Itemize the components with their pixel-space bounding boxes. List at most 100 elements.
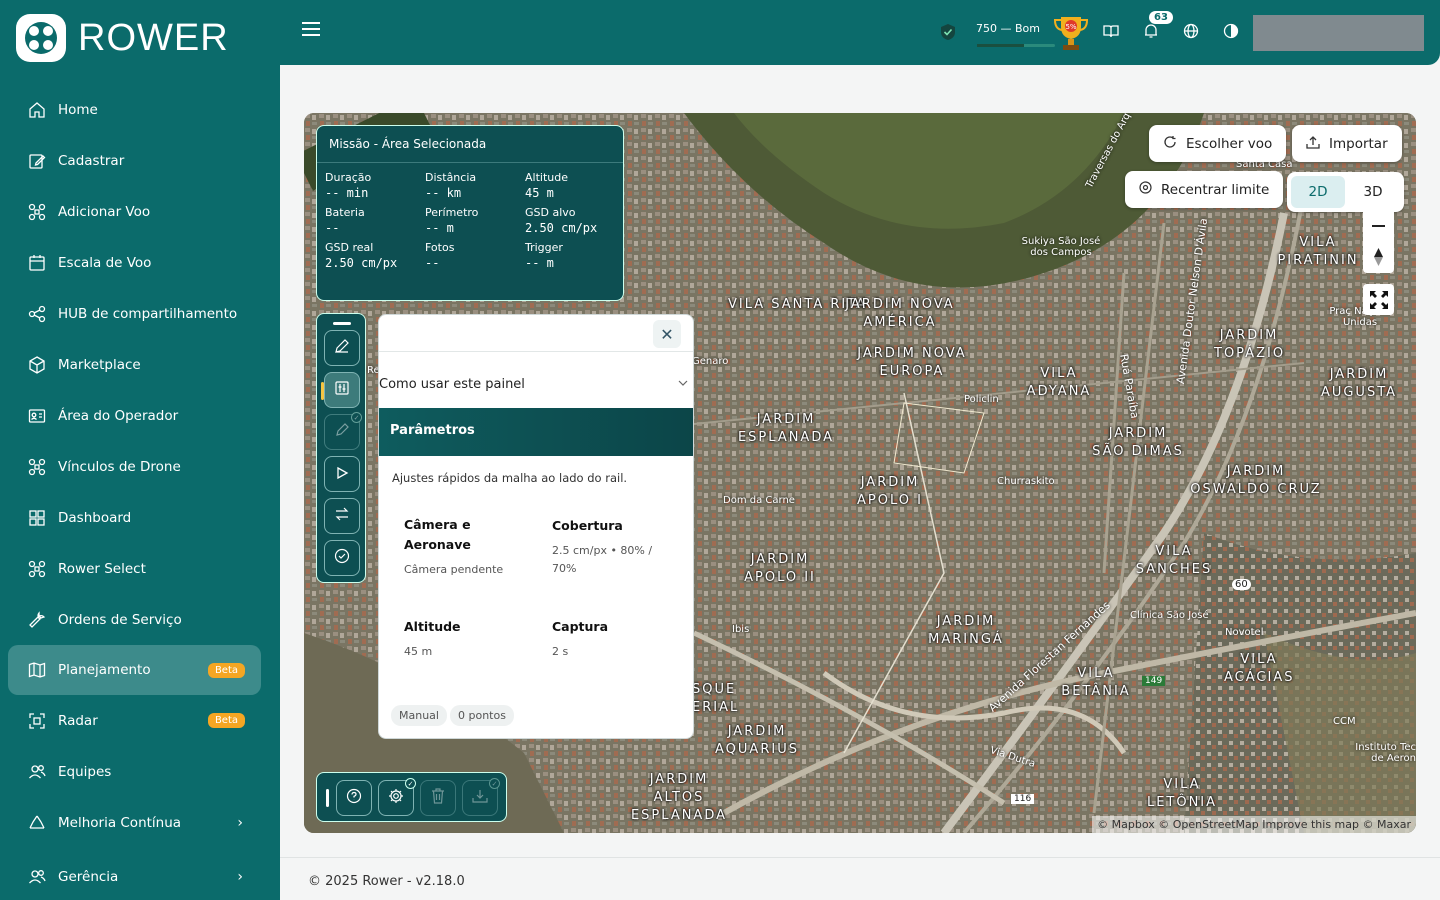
how-to-label: Como usar este painel [379, 377, 525, 392]
wrench-icon [28, 610, 46, 629]
bell-icon[interactable] [1143, 23, 1159, 43]
mode-3d-button[interactable]: 3D [1346, 176, 1400, 208]
sidebar-item-label: Planejamento [58, 662, 151, 678]
swap-direction-button[interactable] [324, 498, 360, 534]
sidebar-item-gerencia[interactable]: Gerência › [8, 851, 261, 900]
trash-icon [431, 788, 445, 808]
field-value: -- km [425, 186, 462, 200]
drag-handle[interactable] [326, 789, 329, 807]
delete-button[interactable] [420, 780, 456, 816]
field-key: Distância [425, 171, 477, 184]
map-poi-policlin[interactable]: Policlin [964, 394, 999, 405]
how-to-accordion[interactable]: Como usar este painel [379, 377, 693, 392]
sidebar-item-label: HUB de compartilhamento [58, 305, 238, 322]
bottom-toolbar: ✓ ✓ [316, 772, 507, 822]
map-label-vila-piratinin: VILA PIRATININ [1277, 235, 1359, 268]
map-poi-novotel[interactable]: Novotel [1225, 627, 1264, 638]
beta-badge: Beta [207, 713, 245, 728]
globe-icon[interactable] [1183, 23, 1199, 43]
field-value: 2.50 cm/px [325, 256, 398, 270]
drone-icon [28, 203, 46, 221]
sidebar-item-cadastrar[interactable]: Cadastrar [8, 135, 261, 186]
compass-icon[interactable] [1372, 247, 1385, 271]
import-button[interactable]: Importar [1292, 125, 1402, 162]
field-value: -- m [425, 221, 454, 235]
help-panel: ✕ Como usar este painel Parâmetros Ajust… [378, 314, 694, 739]
choose-flight-button[interactable]: Escolher voo [1149, 125, 1287, 162]
chevron-right-icon: › [237, 814, 243, 831]
close-icon[interactable]: ✕ [653, 320, 681, 348]
card-desc: 2 s [552, 645, 569, 658]
theme-toggle-icon[interactable] [1223, 23, 1239, 43]
notification-count: 63 [1149, 11, 1173, 24]
sidebar-item-planejamento[interactable]: Planejamento Beta [8, 645, 261, 695]
road-shield-116: 116 [1011, 794, 1035, 804]
settings-button[interactable]: ✓ [378, 778, 416, 816]
sidebar-item-radar[interactable]: Radar Beta [8, 695, 261, 746]
map-poi-instituto[interactable]: Instituto Tec de Aeron [1354, 742, 1416, 764]
map-attribution[interactable]: © Mapbox © OpenStreetMap Improve this ma… [1092, 816, 1416, 833]
validate-button[interactable] [324, 540, 360, 576]
users-icon [28, 868, 46, 886]
map-poi-dom-da-carne[interactable]: Dom da Carne [723, 495, 795, 506]
mission-field: GSD alvo 2.50 cm/px [525, 206, 625, 235]
sidebar-item-ordens-servico[interactable]: Ordens de Serviço [8, 594, 261, 645]
map-poi-churraskito[interactable]: Churraskito [997, 476, 1055, 487]
map-label-jardim-altos-esplanada: JARDIM ALTOS ESPLANADA [630, 772, 728, 823]
help-button[interactable] [336, 780, 372, 816]
zoom-out-icon[interactable] [1372, 225, 1385, 227]
recenter-button[interactable]: Recentrar limite [1125, 171, 1284, 208]
edit-points-button[interactable]: ✓ [324, 412, 362, 450]
field-value: -- m [525, 256, 554, 270]
mode-chip: Manual [391, 705, 447, 726]
user-profile-area[interactable] [1253, 15, 1424, 51]
sidebar-item-adicionar-voo[interactable]: Adicionar Voo [8, 186, 261, 237]
help-circle-icon [346, 788, 362, 808]
pencil-icon [334, 422, 350, 442]
trophy-icon[interactable]: 5% [1051, 13, 1091, 57]
sidebar-item-label: Gerência [58, 868, 119, 885]
mission-field: Bateria -- [325, 206, 425, 235]
book-icon[interactable] [1103, 23, 1119, 43]
map-label-jardim-nova-america: JARDIM NOVA AMÉRICA [845, 297, 955, 330]
map-poi-sukiya[interactable]: Sukiya São José dos Campos [1016, 236, 1106, 258]
score-text: 750 — Bom [976, 22, 1040, 35]
field-key: Duração [325, 171, 372, 184]
fullscreen-icon[interactable] [1363, 284, 1394, 315]
drag-handle[interactable] [333, 322, 351, 325]
sidebar-item-rower-select[interactable]: Rower Select [8, 543, 261, 594]
sidebar-item-melhoria-continua[interactable]: Melhoria Contínua › [8, 797, 261, 848]
sidebar-item-label: Home [58, 101, 98, 118]
field-value: 45 m [525, 186, 554, 200]
sidebar-item-marketplace[interactable]: Marketplace [8, 339, 261, 390]
target-icon [1139, 181, 1152, 198]
map-label-jardim-sao-dimas: JARDIM SÃO DIMAS [1092, 426, 1184, 459]
sidebar-item-home[interactable]: Home [8, 84, 261, 135]
top-header: 750 — Bom 5% 63 [280, 0, 1440, 65]
sidebar-item-escala-de-voo[interactable]: Escala de Voo [8, 237, 261, 288]
import-label: Importar [1329, 135, 1388, 152]
sidebar-item-hub[interactable]: HUB de compartilhamento [8, 288, 261, 339]
sidebar-item-area-operador[interactable]: Área do Operador [8, 390, 261, 441]
draw-area-button[interactable] [324, 330, 360, 366]
sidebar-item-label: Escala de Voo [58, 254, 152, 271]
simulate-button[interactable] [324, 456, 360, 492]
map-poi-ibis[interactable]: Ibis [732, 624, 749, 635]
footer-copyright: © 2025 Rower - v2.18.0 [308, 874, 465, 889]
sidebar-item-label: Cadastrar [58, 152, 125, 169]
logo[interactable]: ROWER [16, 14, 229, 62]
zoom-controls [1363, 209, 1394, 273]
map-poi-clinica-sao-jose[interactable]: Clínica São José [1130, 610, 1209, 621]
sidebar-item-equipes[interactable]: Equipes [8, 746, 261, 797]
sidebar-item-dashboard[interactable]: Dashboard [8, 492, 261, 543]
card-desc: 45 m [404, 645, 433, 658]
download-button[interactable]: ✓ [462, 778, 500, 816]
sidebar-item-label: Melhoria Contínua [58, 814, 182, 831]
map-poi-ccm[interactable]: CCM [1333, 716, 1356, 727]
mode-2d-button[interactable]: 2D [1291, 176, 1345, 208]
parameters-button[interactable] [324, 372, 360, 408]
map-poi-genaro[interactable]: Genaro [692, 356, 728, 367]
sidebar-item-vinculos-drone[interactable]: Vínculos de Drone [8, 441, 261, 492]
menu-toggle-icon[interactable] [302, 22, 320, 40]
map-label-jardim-topazio: JARDIM TOPÁZIO [1214, 328, 1286, 361]
